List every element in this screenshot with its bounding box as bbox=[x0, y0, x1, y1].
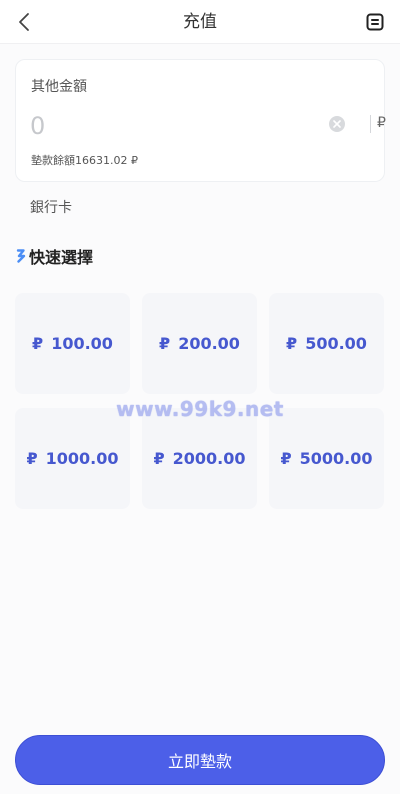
brand-s-icon bbox=[16, 249, 26, 263]
page-title: 充值 bbox=[183, 12, 217, 32]
clear-circle-icon bbox=[333, 120, 341, 128]
amount-value: 5000.00 bbox=[299, 449, 373, 468]
amount-value: 500.00 bbox=[305, 334, 367, 353]
input-divider bbox=[370, 115, 371, 133]
amount-option-100[interactable]: ₽ 100.00 bbox=[15, 293, 130, 394]
amount-input[interactable] bbox=[30, 108, 320, 144]
amount-value: 2000.00 bbox=[172, 449, 246, 468]
balance-text: 墊款餘額16631.02 ₽ bbox=[31, 154, 138, 167]
ruble-symbol: ₽ bbox=[159, 334, 171, 353]
amount-label: 其他金額 bbox=[31, 79, 87, 95]
amount-option-500[interactable]: ₽ 500.00 bbox=[269, 293, 384, 394]
amount-value: 1000.00 bbox=[45, 449, 119, 468]
recharge-page: 充值 其他金額 ₽ 墊款餘額16631.02 ₽ 銀行卡 快速選擇 bbox=[0, 0, 400, 794]
submit-advance-button[interactable]: 立即墊款 bbox=[15, 735, 385, 785]
currency-unit: ₽ bbox=[377, 115, 386, 131]
quick-select-title: 快速選擇 bbox=[29, 248, 94, 267]
records-button[interactable] bbox=[362, 9, 388, 35]
clear-button[interactable] bbox=[329, 116, 345, 132]
top-nav-bar: 充值 bbox=[0, 0, 400, 44]
ruble-symbol: ₽ bbox=[153, 449, 165, 468]
amount-value: 100.00 bbox=[51, 334, 113, 353]
document-list-icon bbox=[366, 13, 384, 31]
amount-option-200[interactable]: ₽ 200.00 bbox=[142, 293, 257, 394]
watermark-text: www.99k9.net bbox=[116, 397, 284, 421]
amount-card: 其他金額 ₽ 墊款餘額16631.02 ₽ bbox=[15, 59, 386, 182]
ruble-symbol: ₽ bbox=[286, 334, 298, 353]
quick-select-header: 快速選擇 bbox=[16, 245, 93, 267]
amount-value: 200.00 bbox=[178, 334, 240, 353]
ruble-symbol: ₽ bbox=[26, 449, 38, 468]
ruble-symbol: ₽ bbox=[280, 449, 292, 468]
amount-option-2000[interactable]: ₽ 2000.00 bbox=[142, 408, 257, 509]
amount-option-5000[interactable]: ₽ 5000.00 bbox=[269, 408, 384, 509]
ruble-symbol: ₽ bbox=[32, 334, 44, 353]
bank-card-selector[interactable]: 銀行卡 bbox=[30, 197, 72, 217]
amount-option-1000[interactable]: ₽ 1000.00 bbox=[15, 408, 130, 509]
